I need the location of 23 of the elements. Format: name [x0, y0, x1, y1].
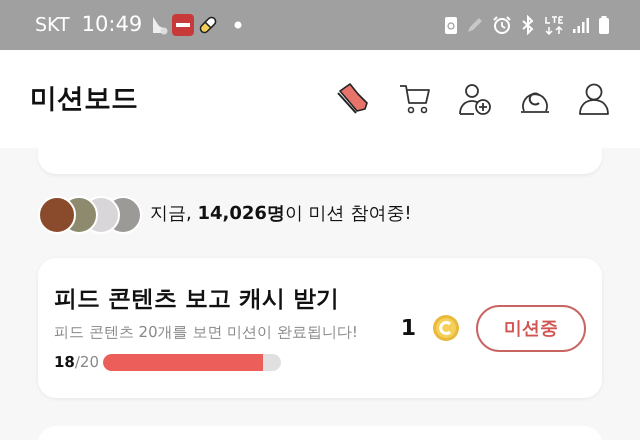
mission-title: 피드 콘텐츠 보고 캐시 받기	[54, 285, 340, 314]
clock-time: 10:49	[82, 11, 142, 38]
alarm-icon	[492, 15, 512, 35]
user-icon[interactable]	[578, 82, 610, 116]
mission-description: 피드 콘텐츠 20개를 보면 미션이 완료됩니다!	[54, 322, 359, 343]
participants-text: 지금, 14,026명이 미션 참여중!	[150, 202, 412, 226]
app-icon	[172, 14, 194, 36]
battery-icon	[598, 15, 610, 35]
lte-icon	[544, 15, 564, 35]
mission-card[interactable]: 피드 콘텐츠 보고 캐시 받기 피드 콘텐츠 20개를 보면 미션이 완료됩니다! 18/20 1 미션중	[38, 258, 602, 398]
add-user-icon[interactable]	[458, 82, 492, 116]
reward-amount: 1	[400, 314, 416, 342]
mission-status-button[interactable]: 미션중	[476, 304, 586, 352]
pencil-icon	[466, 16, 484, 34]
page-title: 미션보드	[30, 82, 138, 116]
progress-count: 18/20	[54, 352, 100, 374]
battery-saver-icon	[444, 15, 458, 35]
cart-icon[interactable]	[398, 82, 432, 116]
signal-icon	[572, 16, 590, 34]
carrier-name: SKT	[35, 12, 70, 38]
bluetooth-icon	[520, 15, 536, 35]
notification-dot-icon	[234, 21, 242, 29]
avatar-photo	[38, 196, 76, 234]
